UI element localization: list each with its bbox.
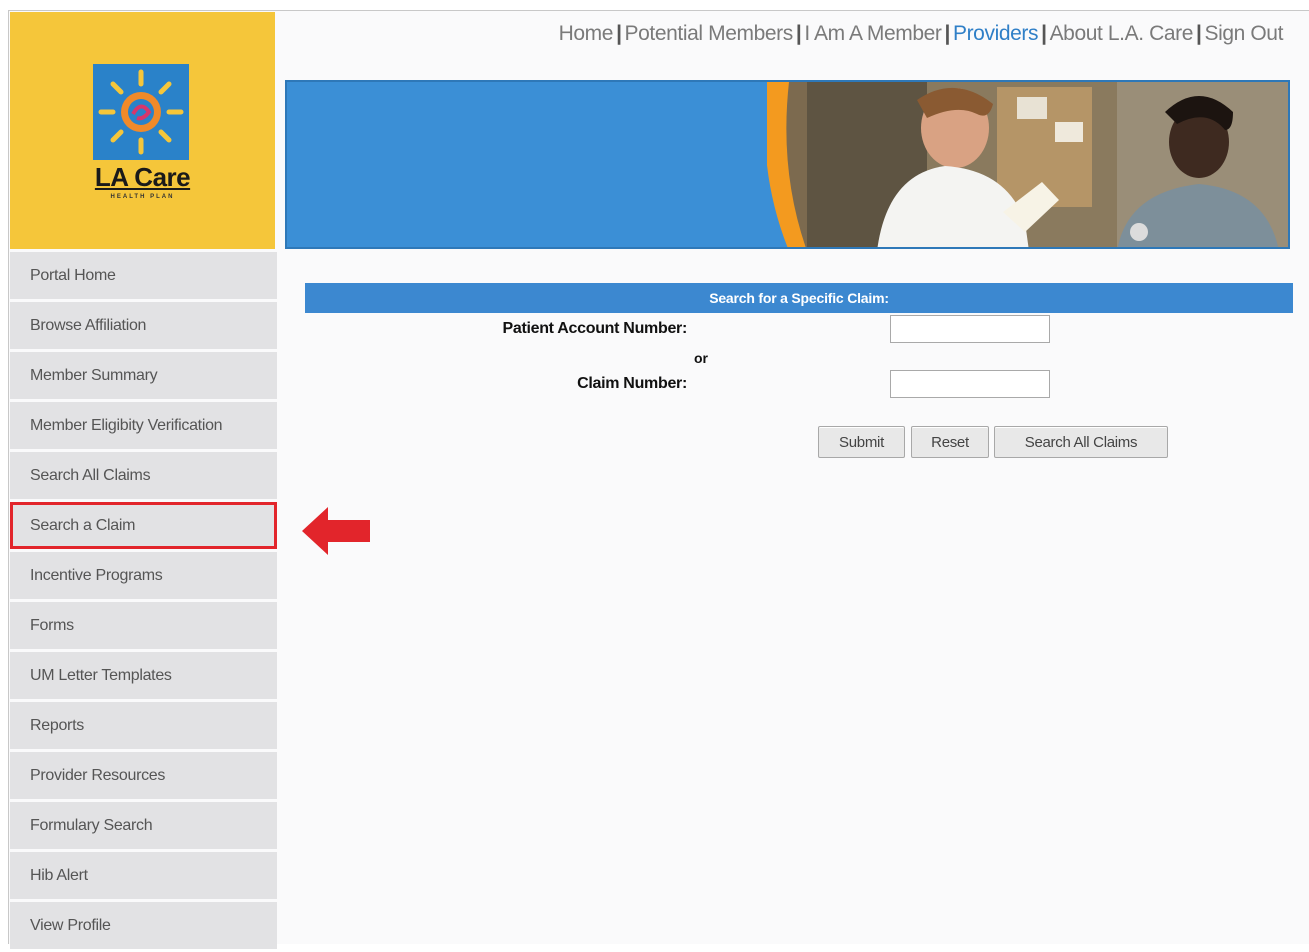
patient-account-input[interactable] [890, 315, 1050, 343]
nav-home[interactable]: Home [559, 22, 614, 45]
sidebar-item-reports[interactable]: Reports [10, 702, 277, 749]
nav-providers[interactable]: Providers [953, 22, 1039, 45]
sidebar-item-search-all-claims[interactable]: Search All Claims [10, 452, 277, 499]
sidebar-item-search-a-claim[interactable]: Search a Claim [10, 502, 277, 549]
nav-separator: | [944, 22, 951, 45]
left-arrow-icon [302, 507, 370, 555]
sidebar-nav: Portal Home Browse Affiliation Member Su… [10, 252, 277, 952]
search-all-claims-button[interactable]: Search All Claims [994, 426, 1168, 458]
nav-separator: | [616, 22, 622, 45]
claim-number-input[interactable] [890, 370, 1050, 398]
sun-logo-icon [93, 64, 189, 160]
nav-about[interactable]: About L.A. Care [1050, 22, 1194, 45]
sidebar-item-portal-home[interactable]: Portal Home [10, 252, 277, 299]
sidebar-item-hib-alert[interactable]: Hib Alert [10, 852, 277, 899]
or-separator-label: or [694, 350, 708, 366]
logo[interactable]: LA Care HEALTH PLAN [10, 12, 275, 249]
nav-i-am-a-member[interactable]: I Am A Member [804, 22, 942, 45]
patient-account-label: Patient Account Number: [502, 320, 687, 337]
sidebar-item-browse-affiliation[interactable]: Browse Affiliation [10, 302, 277, 349]
search-panel-header: Search for a Specific Claim: [305, 283, 1293, 313]
nav-sign-out[interactable]: Sign Out [1204, 22, 1283, 45]
nav-separator: | [795, 22, 802, 45]
sidebar-item-view-profile[interactable]: View Profile [10, 902, 277, 949]
doctors-photo-image [767, 82, 1288, 247]
reset-button[interactable]: Reset [911, 426, 989, 458]
sidebar-item-forms[interactable]: Forms [10, 602, 277, 649]
nav-separator: | [1041, 22, 1047, 45]
hero-banner [285, 80, 1290, 249]
submit-button[interactable]: Submit [818, 426, 905, 458]
sidebar-item-incentive-programs[interactable]: Incentive Programs [10, 552, 277, 599]
brand-tagline: HEALTH PLAN [110, 194, 175, 200]
nav-potential-members[interactable]: Potential Members [625, 22, 794, 45]
sidebar-item-provider-resources[interactable]: Provider Resources [10, 752, 277, 799]
claim-number-label: Claim Number: [577, 375, 687, 392]
top-nav: Home | Potential Members | I Am A Member | Pro… [559, 22, 1284, 46]
nav-separator: | [1196, 22, 1202, 45]
sidebar-item-formulary-search[interactable]: Formulary Search [10, 802, 277, 849]
sidebar-item-member-summary[interactable]: Member Summary [10, 352, 277, 399]
sidebar-item-um-letter-templates[interactable]: UM Letter Templates [10, 652, 277, 699]
sidebar-item-eligibility-verification[interactable]: Member Eligibity Verification [10, 402, 277, 449]
brand-name: LA Care [94, 162, 191, 192]
